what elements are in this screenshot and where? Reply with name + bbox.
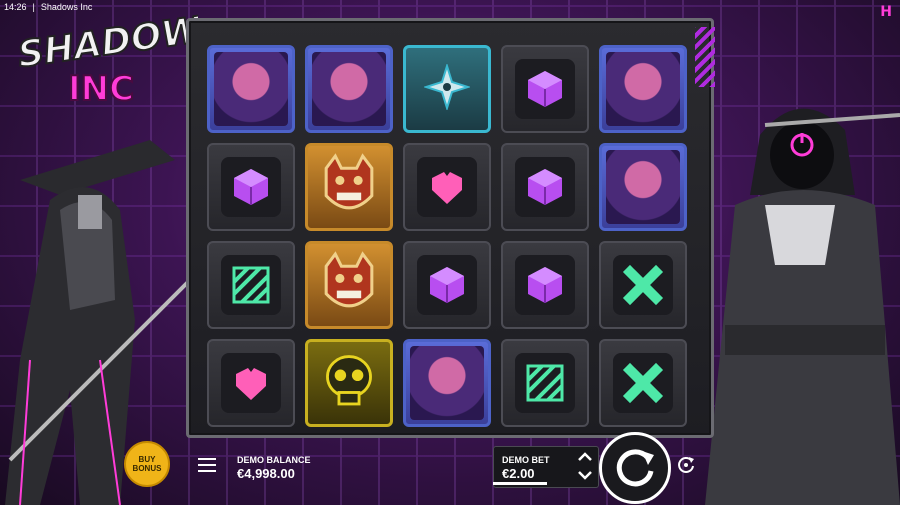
purple-cube-symbol-icon — [417, 255, 477, 315]
reel-cell — [501, 339, 589, 427]
bet-label: DEMO BET — [502, 455, 550, 465]
reel-cell — [501, 45, 589, 133]
reel-cell — [305, 143, 393, 231]
reel-cell — [207, 143, 295, 231]
ninja-portrait-symbol-icon — [214, 52, 288, 126]
purple-cube-symbol-icon — [515, 157, 575, 217]
buy-bonus-button[interactable]: BUY BONUS — [124, 441, 170, 487]
brand-logo-icon: H — [880, 4, 892, 20]
pink-heart-symbol-icon — [221, 353, 281, 413]
reel-cell — [599, 45, 687, 133]
reel-cell — [501, 143, 589, 231]
reel-cell — [599, 241, 687, 329]
green-x-symbol-icon — [613, 353, 673, 413]
reel-cell — [599, 339, 687, 427]
bet-increase-icon — [578, 452, 592, 461]
balance-label: DEMO BALANCE — [237, 455, 311, 465]
purple-cube-symbol-icon — [515, 59, 575, 119]
reel-cell — [403, 143, 491, 231]
purple-cube-symbol-icon — [221, 157, 281, 217]
oni-mask-symbol-icon — [314, 248, 384, 323]
ninja-portrait-symbol-icon — [606, 150, 680, 224]
reel-cell — [305, 339, 393, 427]
reel-cell — [207, 339, 295, 427]
green-x-symbol-icon — [613, 255, 673, 315]
purple-cube-symbol-icon — [515, 255, 575, 315]
green-stripes-symbol-icon — [515, 353, 575, 413]
reel-cell — [599, 143, 687, 231]
reel-cell — [305, 241, 393, 329]
balance-value: €4,998.00 — [237, 466, 295, 481]
reel-grid — [207, 45, 697, 435]
bet-stepper[interactable] — [574, 448, 596, 484]
frame-decoration — [695, 27, 715, 87]
skull-symbol-icon — [316, 348, 382, 419]
reel-cell — [207, 45, 295, 133]
bet-decrease-icon — [578, 471, 592, 480]
bet-value: €2.00 — [502, 466, 535, 481]
reel-cell — [207, 241, 295, 329]
reel-cell — [501, 241, 589, 329]
reel-cell — [403, 45, 491, 133]
buy-bonus-line1: BUY — [138, 455, 156, 464]
reel-cell — [403, 339, 491, 427]
bet-underline — [493, 482, 547, 485]
ninja-portrait-symbol-icon — [410, 346, 484, 420]
spin-button[interactable] — [599, 432, 671, 504]
ninja-portrait-symbol-icon — [312, 52, 386, 126]
reel-cell — [403, 241, 491, 329]
right-character-illustration — [705, 108, 900, 505]
autoplay-icon[interactable] — [676, 455, 696, 475]
spin-arrow-icon — [616, 449, 654, 487]
green-stripes-symbol-icon — [221, 255, 281, 315]
reel-cell — [305, 45, 393, 133]
buy-bonus-line2: BONUS — [132, 464, 162, 473]
left-character-illustration — [5, 140, 192, 505]
oni-mask-symbol-icon — [314, 150, 384, 225]
ninja-portrait-symbol-icon — [606, 52, 680, 126]
shuriken-symbol-icon — [422, 62, 472, 115]
hamburger-icon[interactable] — [198, 458, 216, 472]
pink-heart-symbol-icon — [417, 157, 477, 217]
